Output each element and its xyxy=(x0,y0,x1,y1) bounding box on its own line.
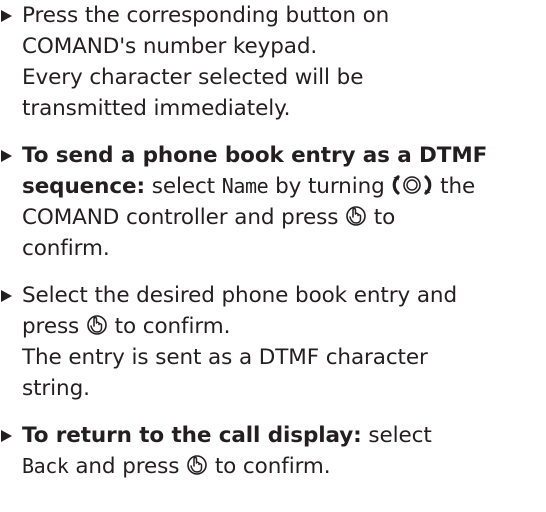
press-controller-icon xyxy=(86,314,108,336)
step-bullet-icon xyxy=(1,430,12,442)
step-4-text-and-press: and press xyxy=(75,454,180,479)
step-4-heading: To return to the call display: xyxy=(22,423,362,448)
press-controller-icon xyxy=(345,205,367,227)
step-2-heading-part-1: To send a phone book entry as a DTMF xyxy=(22,143,488,168)
step-3-line-2: press to confirm. xyxy=(22,311,546,342)
step-3-line-3: The entry is sent as a DTMF character xyxy=(22,345,428,370)
menu-item-back: Back xyxy=(22,454,69,478)
rotate-controller-icon xyxy=(391,174,433,196)
step-3-text-to-confirm: to confirm. xyxy=(114,314,231,339)
step-1-line-4: transmitted immediately. xyxy=(22,96,291,121)
step-2-text-controller: COMAND controller and press xyxy=(22,205,339,230)
step-4-line-1: To return to the call display: select xyxy=(22,420,546,451)
step-return-to-call-display: To return to the call display: select Ba… xyxy=(0,420,546,482)
step-4-line-2: Back and press to confirm. xyxy=(22,451,546,482)
step-press-keypad: Press the corresponding button on COMAND… xyxy=(0,0,546,124)
step-bullet-icon xyxy=(1,290,12,302)
manual-page: Press the corresponding button on COMAND… xyxy=(0,0,546,512)
step-2-line-1: To send a phone book entry as a DTMF xyxy=(22,140,546,171)
step-1-line-1: Press the corresponding button on xyxy=(22,3,390,28)
step-4-text-to-confirm: to confirm. xyxy=(214,454,331,479)
menu-item-name: Name xyxy=(221,174,269,198)
step-send-phonebook-entry: To send a phone book entry as a DTMF seq… xyxy=(0,140,546,264)
step-select-entry: Select the desired phone book entry and … xyxy=(0,280,546,404)
step-2-text-select: select xyxy=(151,174,216,199)
step-1-line-3: Every character selected will be xyxy=(22,65,364,90)
press-controller-icon xyxy=(186,454,208,476)
step-2-line-3: COMAND controller and press to xyxy=(22,202,546,233)
step-3-text-press: press xyxy=(22,314,80,339)
step-2-line-4: confirm. xyxy=(22,236,110,261)
step-bullet-icon xyxy=(1,150,12,162)
step-2-text-the: the xyxy=(440,174,476,199)
step-2-heading-part-2: sequence: xyxy=(22,174,145,199)
step-1-line-2: COMAND's number keypad. xyxy=(22,34,318,59)
step-4-text-select: select xyxy=(368,423,432,448)
step-bullet-icon xyxy=(1,10,12,22)
step-2-text-by-turning: by turning xyxy=(275,174,385,199)
step-3-line-4: string. xyxy=(22,376,90,401)
step-2-text-to: to xyxy=(373,205,396,230)
step-2-line-2: sequence: select Name by turning the xyxy=(22,171,546,202)
step-3-line-1: Select the desired phone book entry and xyxy=(22,283,457,308)
